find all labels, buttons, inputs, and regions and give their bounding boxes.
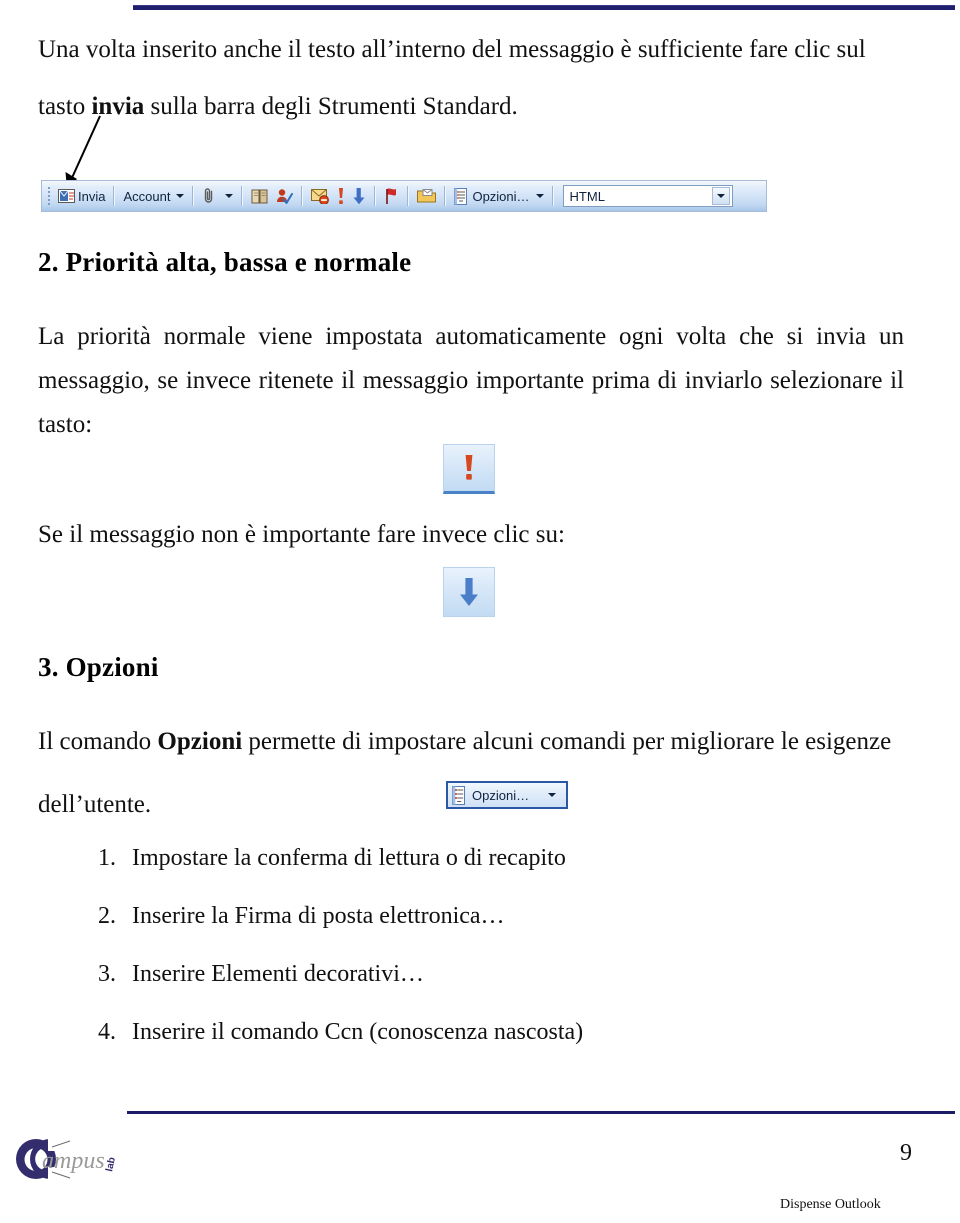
intro-line2-bold: invia: [91, 93, 151, 120]
footer-rule: [127, 1111, 955, 1114]
message-format-dropdown-button[interactable]: [711, 187, 730, 205]
list-item: 2. Inserire la Firma di posta elettronica…: [98, 903, 505, 930]
high-priority-button[interactable]: [333, 184, 349, 208]
campus-lab-logo: ampus lab: [16, 1139, 118, 1179]
intro-paragraph-line1: Una volta inserito anche il testo all’in…: [38, 36, 866, 63]
section-3-bold: Opzioni: [157, 728, 243, 755]
toolbar-separator: [374, 186, 377, 206]
message-format-combo[interactable]: HTML: [562, 185, 733, 207]
low-priority-intro-paragraph: Se il messaggio non è importante fare in…: [38, 521, 565, 548]
low-priority-button-callout[interactable]: [443, 567, 495, 617]
options-document-icon: [452, 785, 465, 805]
message-format-value: HTML: [569, 188, 605, 204]
section-heading-2: 2. Priorità alta, bassa e normale: [38, 247, 412, 277]
down-arrow-low-priority-icon: [460, 578, 478, 606]
chevron-down-icon[interactable]: [225, 194, 234, 198]
list-item-label: Inserire il comando Ccn (conoscenza nasc…: [132, 1019, 584, 1045]
section-3-paragraph-line2: dell’utente.: [38, 791, 152, 818]
folder-with-envelope-icon: [417, 189, 437, 203]
chevron-down-icon: [716, 194, 725, 198]
list-item-number: 3.: [98, 961, 116, 987]
list-item-number: 4.: [98, 1019, 116, 1045]
attach-file-button[interactable]: [199, 184, 219, 208]
options-button-callout[interactable]: Opzioni…: [446, 781, 568, 809]
flag-icon: [386, 188, 397, 204]
check-names-icon: [277, 188, 294, 204]
chevron-down-icon[interactable]: [176, 194, 185, 198]
toolbar-separator: [113, 186, 116, 206]
section-3-post: permette di impostare alcuni comandi per…: [242, 728, 892, 755]
section-3-paragraph-line1: Il comando Opzioni permette di impostare…: [38, 720, 922, 764]
toolbar-grip-handle[interactable]: [45, 185, 53, 207]
send-envelope-icon: [58, 189, 75, 203]
high-priority-button-callout[interactable]: [443, 444, 495, 494]
header-rule: [133, 5, 955, 10]
send-button[interactable]: Invia: [55, 184, 108, 208]
section-2-paragraph: La priorità normale viene impostata auto…: [38, 323, 904, 438]
toolbar-separator: [241, 186, 244, 206]
toolbar-separator: [444, 186, 447, 206]
chevron-down-icon[interactable]: [535, 194, 544, 198]
logo-wordmark: ampus: [42, 1148, 105, 1174]
options-button-callout-label: Opzioni…: [472, 787, 530, 803]
list-item-number: 1.: [98, 845, 116, 871]
exclamation-high-priority-icon: [339, 188, 344, 204]
list-item-number: 2.: [98, 903, 116, 929]
toolbar-separator: [301, 186, 304, 206]
list-item-label: Inserire la Firma di posta elettronica…: [132, 903, 505, 929]
document-footer-label: Dispense Outlook: [780, 1197, 881, 1212]
intro-line2-pre: tasto: [38, 93, 92, 120]
blocked-envelope-icon: [311, 189, 330, 204]
account-button[interactable]: Account: [120, 184, 187, 208]
list-item-label: Inserire Elementi decorativi…: [132, 961, 424, 987]
intro-paragraph-line2: tasto invia sulla barra degli Strumenti …: [38, 85, 922, 129]
down-arrow-low-priority-icon: [353, 188, 365, 205]
intro-line2-post: sulla barra degli Strumenti Standard.: [150, 93, 518, 120]
block-message-button[interactable]: [308, 184, 333, 208]
toolbar-separator: [551, 186, 554, 206]
exclamation-high-priority-icon: [465, 455, 473, 480]
toolbar-separator: [407, 186, 410, 206]
logo-sub-wordmark: lab: [104, 1156, 118, 1172]
address-book-icon: [251, 189, 268, 204]
account-button-label: Account: [123, 188, 171, 204]
list-item-label: Impostare la conferma di lettura o di re…: [132, 845, 566, 871]
section-3-pre: Il comando: [38, 728, 158, 755]
list-item: 3. Inserire Elementi decorativi…: [98, 961, 424, 988]
section-heading-3: 3. Opzioni: [38, 652, 159, 682]
options-button-label: Opzioni…: [472, 188, 530, 204]
options-document-icon: [454, 187, 468, 205]
page-number: 9: [900, 1140, 912, 1166]
address-book-button[interactable]: [248, 184, 272, 208]
send-button-label: Invia: [78, 188, 106, 204]
toolbar-separator: [192, 186, 195, 206]
open-folder-button[interactable]: [414, 184, 439, 208]
paperclip-icon: [205, 188, 213, 203]
options-button[interactable]: Opzioni…: [451, 184, 546, 208]
follow-up-flag-button[interactable]: [381, 184, 402, 208]
list-item: 1. Impostare la conferma di lettura o di …: [98, 845, 566, 872]
outlook-standard-toolbar[interactable]: Invia Account Opzioni… HTML: [41, 180, 767, 212]
list-item: 4. Inserire il comando Ccn (conoscenza na…: [98, 1019, 583, 1046]
low-priority-button[interactable]: [349, 184, 369, 208]
attach-dropdown-button[interactable]: [219, 184, 236, 208]
check-names-button[interactable]: [272, 184, 296, 208]
chevron-down-icon[interactable]: [548, 793, 556, 797]
